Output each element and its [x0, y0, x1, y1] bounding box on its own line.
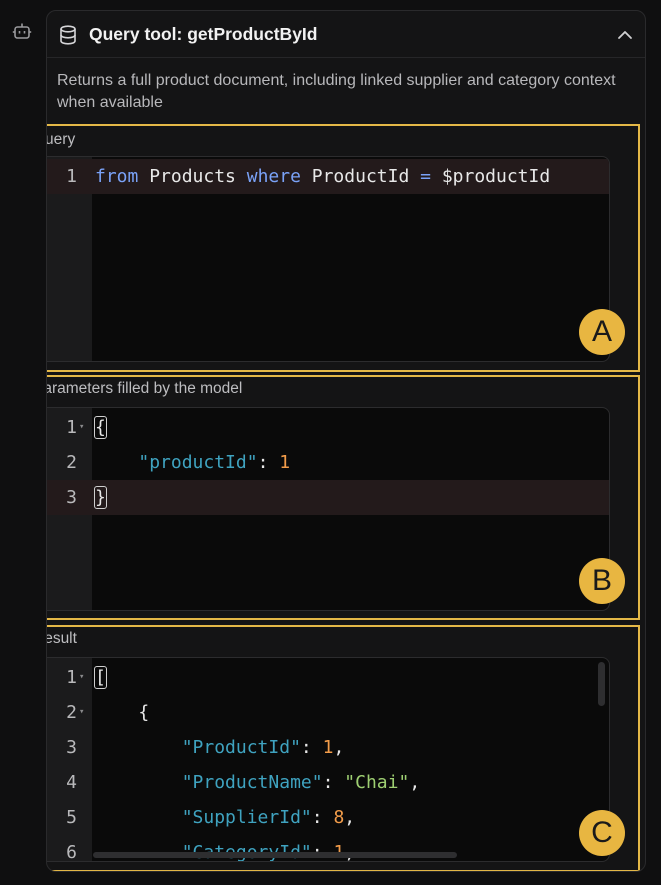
- line-number: 4: [66, 772, 77, 793]
- line-number: 1: [66, 417, 77, 438]
- result-section: Result 1▾[2▾ {3 "ProductId": 1,4 "Produc…: [47, 625, 640, 871]
- code-text: {: [95, 695, 149, 730]
- line-number: 2: [66, 702, 77, 723]
- parameters-section: Parameters filled by the model 1 ▾{2 "pro…: [46, 375, 640, 620]
- code-text: "SupplierId": 8,: [95, 800, 355, 835]
- code-token: where: [246, 166, 301, 187]
- result-editor[interactable]: 1 ▾[2 ▾ {3 "ProductId": 1, 4 "ProductName":…: [47, 657, 610, 862]
- horizontal-scrollbar[interactable]: [93, 852, 457, 858]
- parameters-label: Parameters filled by the model: [46, 380, 243, 397]
- code-token: $productId: [430, 166, 551, 187]
- vertical-scrollbar[interactable]: [598, 662, 605, 706]
- code-line: 3}: [47, 480, 609, 515]
- code-text: from Products where ProductId = $product…: [95, 159, 550, 194]
- code-text: {: [94, 410, 107, 445]
- code-token: :: [311, 807, 334, 828]
- code-token: ,: [333, 737, 345, 758]
- code-token: :: [322, 772, 345, 793]
- code-text: "ProductId": 1,: [95, 730, 345, 765]
- code-token: 1: [279, 452, 291, 473]
- query-section: Query 1 from Products where ProductId = $…: [47, 124, 640, 372]
- code-token: :: [257, 452, 280, 473]
- code-text: [: [94, 660, 107, 695]
- query-tool-panel: Query tool: getProductById Returns a ful…: [46, 10, 646, 872]
- code-token: =: [420, 166, 431, 187]
- code-token: 1: [322, 737, 334, 758]
- code-token: from: [95, 166, 139, 187]
- query-editor[interactable]: 1 from Products where ProductId = $produc…: [47, 156, 610, 362]
- code-token: {: [95, 702, 150, 723]
- code-token: "ProductName": [181, 772, 323, 793]
- line-number: 3: [66, 487, 77, 508]
- panel-header[interactable]: Query tool: getProductById: [47, 11, 645, 58]
- result-label: Result: [47, 630, 77, 647]
- code-line: 5 "SupplierId": 8,: [47, 800, 609, 835]
- code-token: Products: [138, 166, 247, 187]
- code-token: "SupplierId": [181, 807, 312, 828]
- annotation-badge-c: C: [579, 810, 625, 856]
- panel-title: Query tool: getProductById: [89, 24, 318, 44]
- annotation-badge-a: A: [579, 309, 625, 355]
- code-line: 4 "ProductName": "Chai",: [47, 765, 609, 800]
- chevron-up-icon[interactable]: [613, 23, 637, 47]
- code-token: ,: [344, 807, 356, 828]
- code-line: 2 ▾ {: [47, 695, 609, 730]
- query-label: Query: [47, 131, 76, 148]
- line-number: 6: [66, 842, 77, 862]
- database-icon: [60, 25, 76, 45]
- code-line: 3 "ProductId": 1,: [47, 730, 609, 765]
- code-text: "ProductName": "Chai",: [95, 765, 420, 800]
- code-token: {: [94, 416, 107, 439]
- fold-arrow-icon[interactable]: ▾: [79, 660, 84, 695]
- code-token: ProductId: [300, 166, 421, 187]
- panel-description: Returns a full product document, includi…: [57, 72, 616, 111]
- code-token: "Chai": [344, 772, 410, 793]
- code-line: 1 ▾ {: [47, 410, 609, 445]
- code-token: [: [94, 666, 107, 689]
- left-rail: [0, 0, 44, 885]
- code-token: "productId": [138, 452, 258, 473]
- code-token: ,: [409, 772, 421, 793]
- line-number: 5: [66, 807, 77, 828]
- annotation-badge-b: B: [579, 558, 625, 604]
- code-token: 8: [333, 807, 345, 828]
- code-token: }: [94, 486, 107, 509]
- fold-arrow-icon[interactable]: ▾: [79, 695, 84, 730]
- code-line: 2 "productId": 1: [47, 445, 609, 480]
- line-number: 1: [66, 667, 77, 688]
- line-number: 1: [66, 166, 77, 187]
- code-token: "ProductId": [181, 737, 301, 758]
- code-text: "productId": 1: [95, 445, 290, 480]
- code-line: 1 ▾ [: [47, 660, 609, 695]
- fold-arrow-icon[interactable]: ▾: [79, 410, 84, 445]
- line-number: 2: [66, 452, 77, 473]
- parameters-editor[interactable]: 1 ▾{2 "productId": 1 3}: [47, 407, 610, 611]
- code-text: }: [94, 480, 107, 515]
- line-number: 3: [66, 737, 77, 758]
- robot-icon[interactable]: [12, 22, 32, 40]
- code-token: :: [300, 737, 323, 758]
- code-line: 1 from Products where ProductId = $produc…: [47, 159, 609, 194]
